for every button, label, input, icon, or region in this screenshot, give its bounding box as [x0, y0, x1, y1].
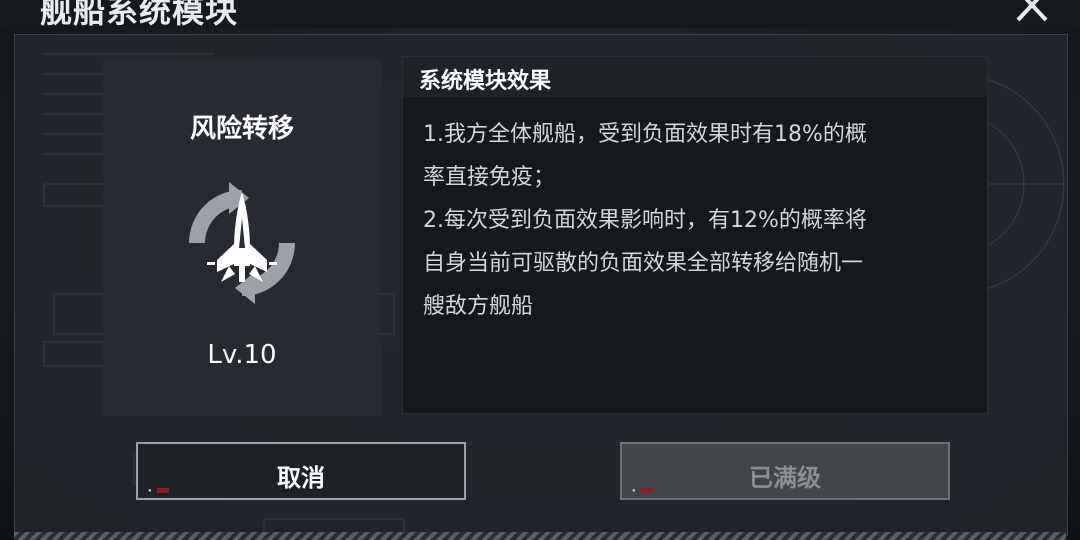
- effect-header: 系统模块效果: [403, 57, 987, 97]
- module-name: 风险转移: [189, 114, 294, 144]
- ship-cycle-icon: [177, 178, 307, 308]
- screen: 舰船系统模块 风险转移 Lv.10 系统模块效果 1.我方全体舰船，受到负面效果…: [0, 0, 1080, 540]
- effect-line: 艘敌方舰船: [423, 294, 534, 319]
- cancel-button-label: 取消: [277, 464, 325, 492]
- panel-bottom-stripe: [14, 532, 1066, 540]
- close-icon: [1016, 0, 1048, 22]
- effect-line: 率直接免疫；: [423, 165, 556, 190]
- page-title: 舰船系统模块: [40, 0, 239, 30]
- close-button[interactable]: [1010, 0, 1054, 22]
- module-card: 风险转移 Lv.10: [103, 60, 381, 416]
- effect-line: 1.我方全体舰船，受到负面效果时有18%的概: [423, 122, 867, 147]
- effect-description: 1.我方全体舰船，受到负面效果时有18%的概 率直接免疫； 2.每次受到负面效果…: [423, 113, 953, 328]
- button-tag-decoration: ▪: [632, 487, 654, 494]
- cancel-button[interactable]: 取消 ▪: [136, 442, 466, 500]
- effect-line: 2.每次受到负面效果影响时，有12%的概率将: [423, 208, 867, 233]
- effect-panel: 系统模块效果 1.我方全体舰船，受到负面效果时有18%的概 率直接免疫； 2.每…: [402, 56, 988, 414]
- effect-title: 系统模块效果: [419, 69, 552, 94]
- module-level: Lv.10: [207, 340, 277, 370]
- button-tag-decoration: ▪: [148, 487, 170, 494]
- maxed-level-button-label: 已满级: [749, 464, 821, 492]
- effect-line: 自身当前可驱散的负面效果全部转移给随机一: [423, 251, 864, 276]
- maxed-level-button[interactable]: 已满级 ▪: [620, 442, 950, 500]
